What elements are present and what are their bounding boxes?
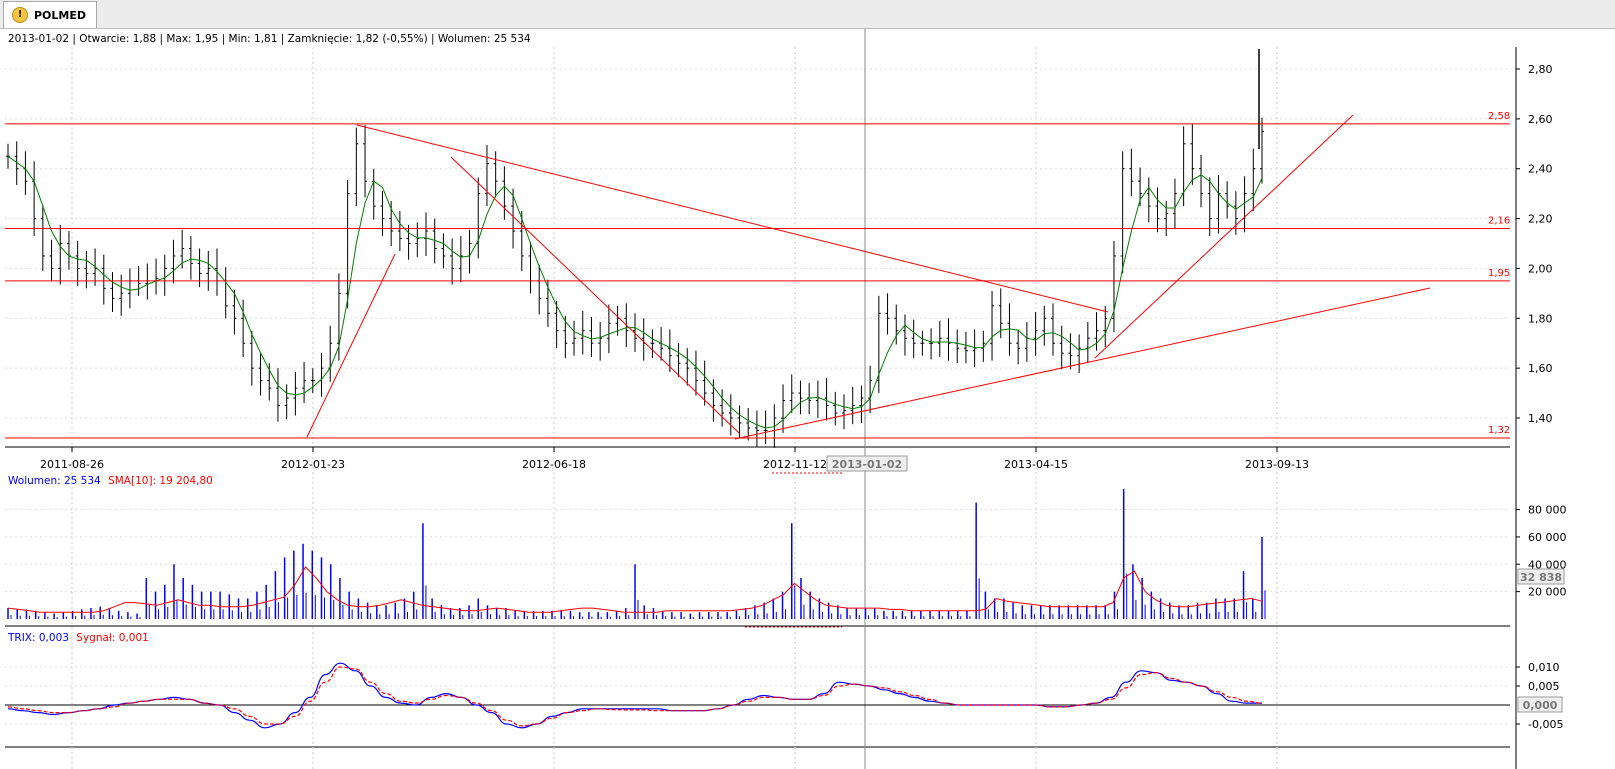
horizontal-level-label: 2,16	[1488, 216, 1510, 227]
trix-legend-label: TRIX: 0,003	[8, 632, 69, 644]
sma-legend-label: SMA[10]: 19 204,80	[108, 475, 213, 487]
horizontal-level-label: 1,95	[1488, 268, 1510, 279]
x-tick-label: 2013-09-13	[1245, 458, 1309, 471]
price-info-line: 2013-01-02 | Otwarcie: 1,88 | Max: 1,95 …	[8, 33, 531, 45]
volume-cursor-label: 32 838	[1520, 571, 1562, 584]
cursor-date-label: 2013-01-02	[832, 458, 902, 471]
volume-tick-label: 20 000	[1528, 586, 1567, 599]
horizontal-level-label: 2,58	[1488, 111, 1510, 122]
price-tick-label: 2,00	[1528, 262, 1553, 275]
chart-canvas[interactable]: 2,80 2,60 2,40 2,20 2,00 1,80 1,60 1,40 2011-08-…	[0, 29, 1615, 769]
price-tick-label: 2,80	[1528, 63, 1553, 76]
trix-tick-label: 0,010	[1528, 661, 1560, 674]
trix-tick-label: -0,005	[1528, 718, 1563, 731]
price-tick-label: 2,40	[1528, 163, 1553, 176]
x-tick-label: 2012-06-18	[522, 458, 586, 471]
volume-tick-label: 80 000	[1528, 504, 1567, 517]
trendline	[306, 253, 396, 438]
chart-area[interactable]: 2,80 2,60 2,40 2,20 2,00 1,80 1,60 1,40 2011-08-…	[0, 29, 1615, 769]
trix-tick-label: 0,005	[1528, 680, 1560, 693]
x-tick-label: 2013-04-15	[1004, 458, 1068, 471]
volume-legend: Wolumen: 25 534 SMA[10]: 19 204,80	[8, 475, 217, 487]
price-tick-label: 2,60	[1528, 113, 1553, 126]
x-tick-label: 2012-01-23	[281, 458, 345, 471]
ohlc-bars	[6, 117, 1264, 448]
trix-cursor-label: 0,000	[1523, 699, 1558, 712]
trendline	[1094, 114, 1354, 359]
trix-legend: TRIX: 0,003 Sygnał: 0,001	[8, 632, 153, 644]
signal-line	[7, 666, 1263, 727]
tab-bar: ! POLMED	[0, 0, 1615, 29]
tab-label: POLMED	[34, 8, 87, 22]
x-tick-label: 2011-08-26	[40, 458, 104, 471]
signal-legend-label: Sygnał: 0,001	[76, 632, 149, 644]
price-tick-label: 1,80	[1528, 312, 1553, 325]
horizontal-level-label: 1,32	[1488, 425, 1510, 436]
warning-icon: !	[12, 7, 28, 23]
volume-bars	[7, 489, 1266, 619]
volume-legend-label: Wolumen: 25 534	[8, 475, 101, 487]
moving-average-line	[7, 155, 1263, 429]
trendline	[734, 287, 1431, 440]
price-tick-label: 1,60	[1528, 362, 1553, 375]
x-tick-label: 2012-11-12	[763, 458, 827, 471]
trendline	[450, 156, 741, 435]
price-tick-label: 2,20	[1528, 213, 1553, 226]
tab-polmed[interactable]: ! POLMED	[3, 1, 98, 28]
trix-line	[7, 662, 1262, 729]
volume-tick-label: 60 000	[1528, 531, 1567, 544]
price-tick-label: 1,40	[1528, 412, 1553, 425]
